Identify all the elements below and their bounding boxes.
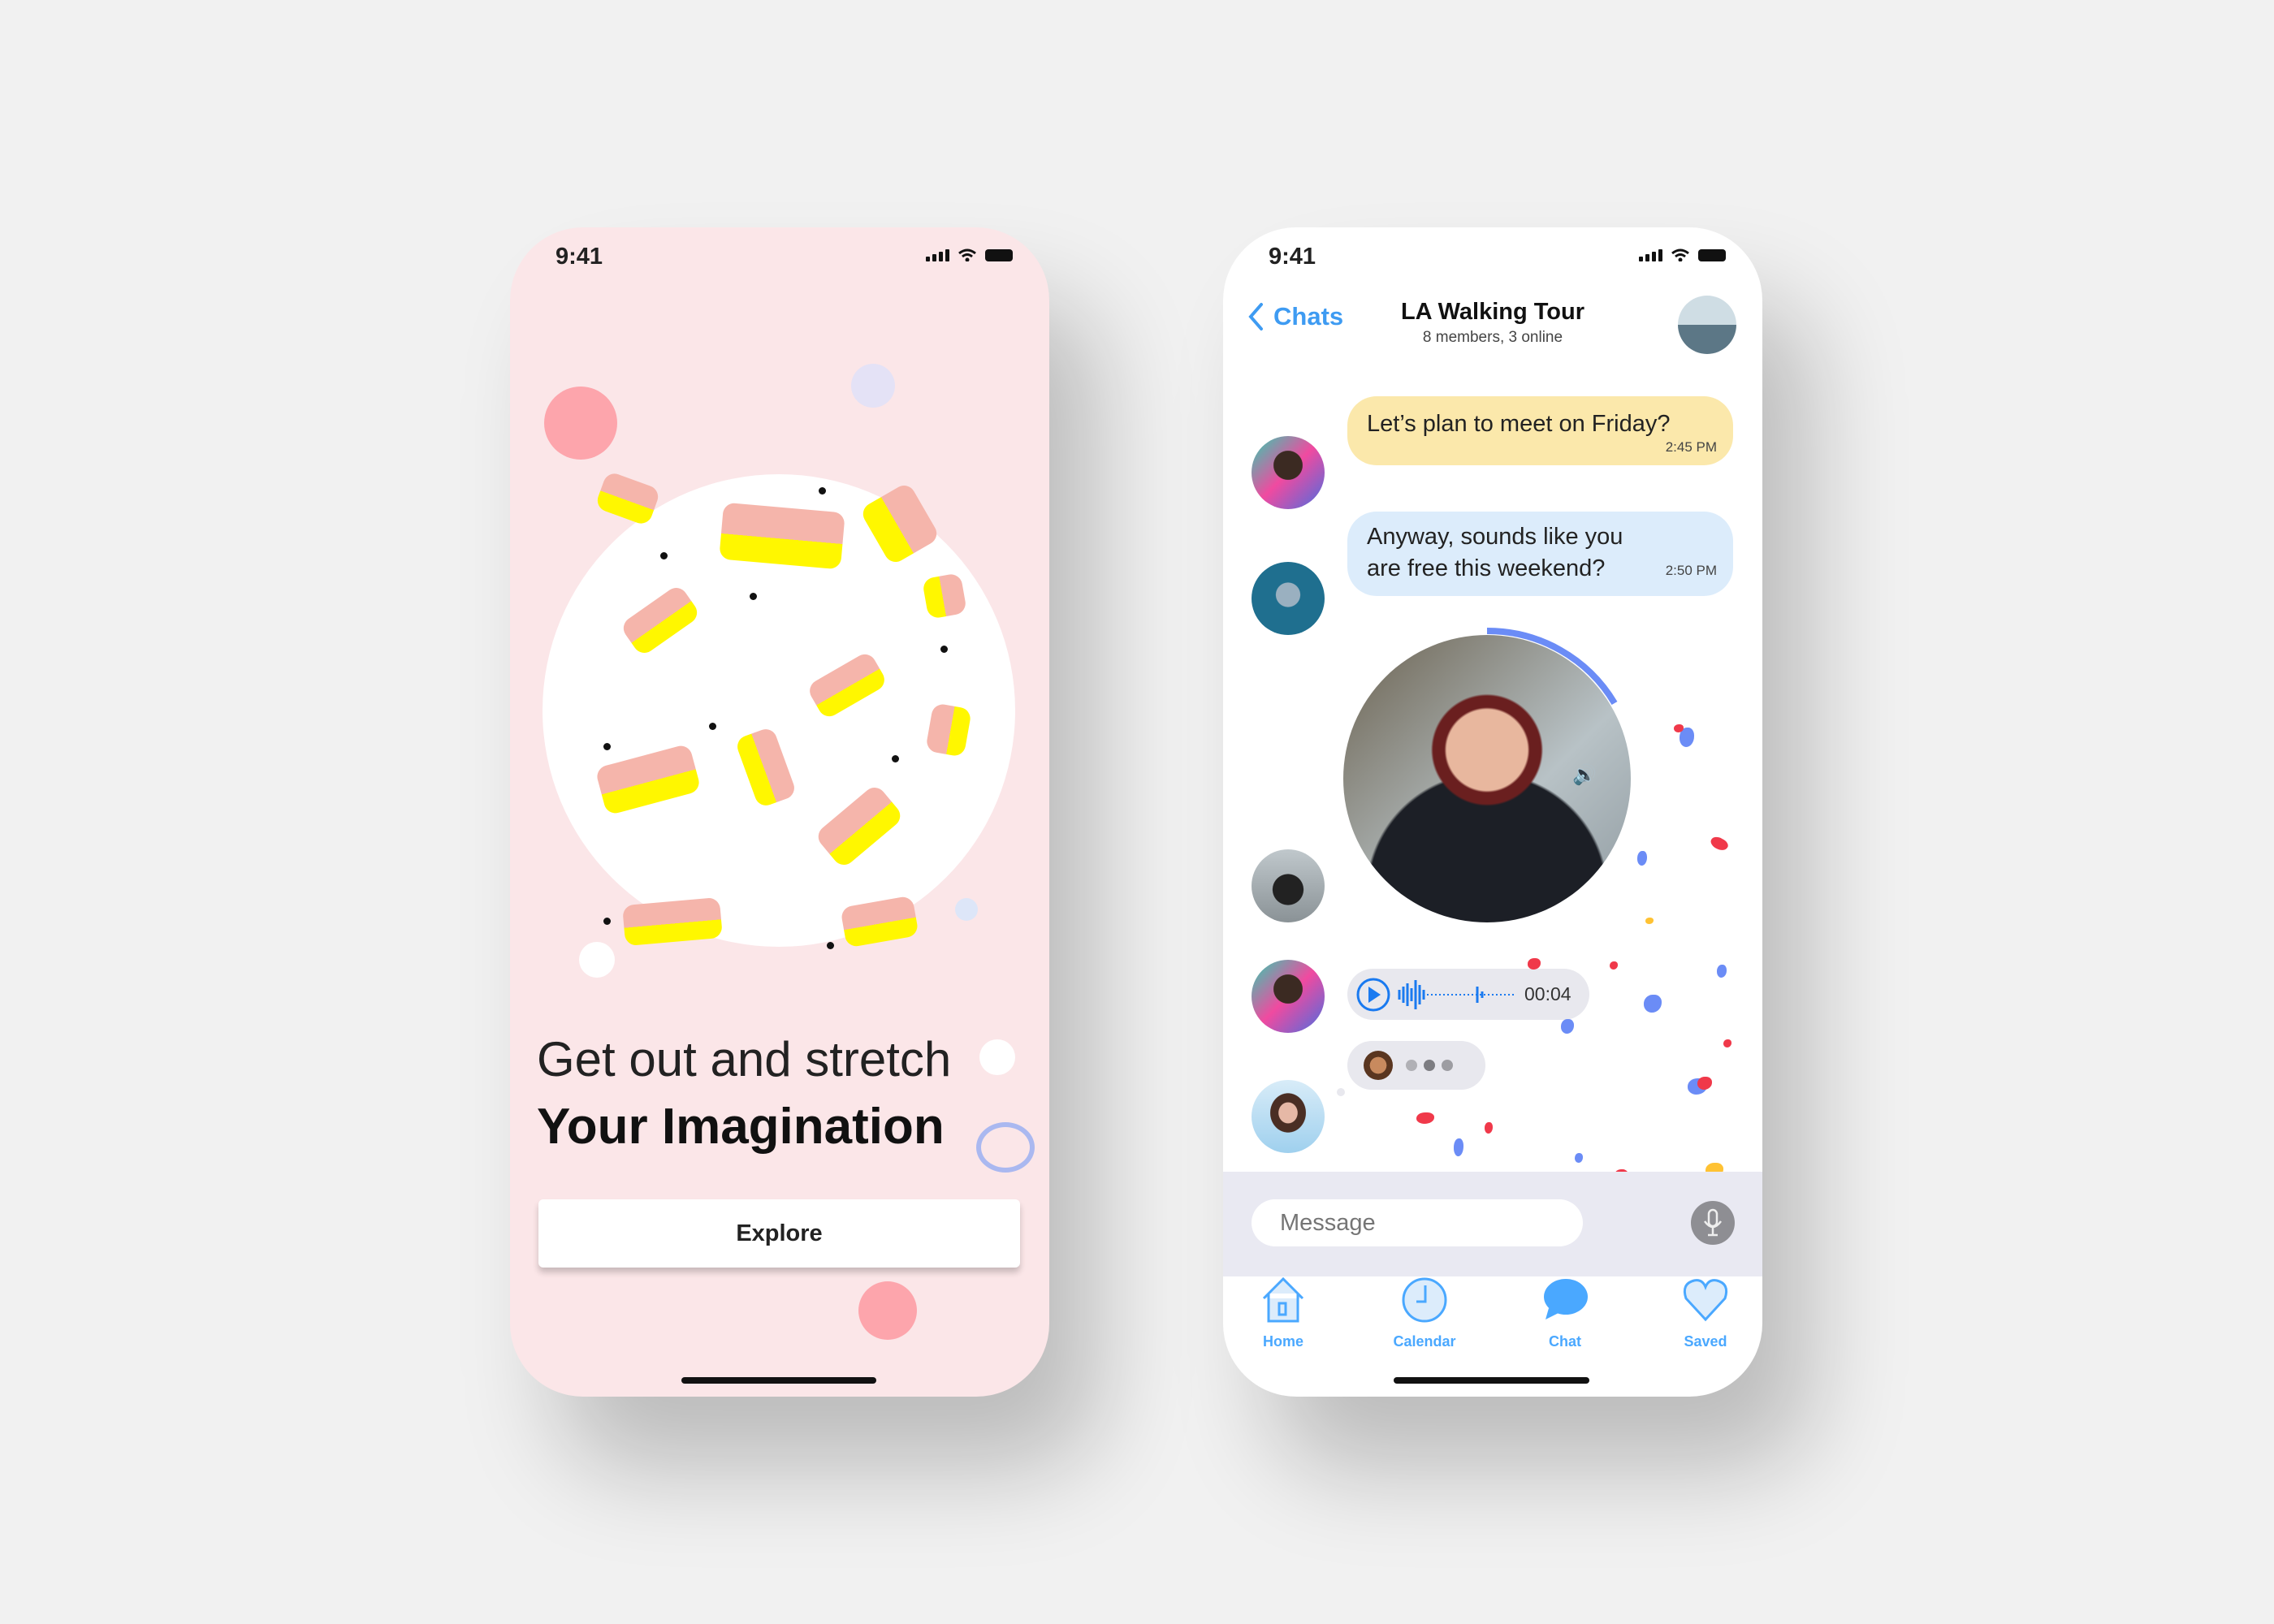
message-bubble: Anyway, sounds like you are free this we… bbox=[1347, 512, 1733, 596]
headline-bold: Your Imagination bbox=[537, 1099, 945, 1155]
explore-button[interactable]: Explore bbox=[538, 1199, 1020, 1268]
battery-icon bbox=[1698, 249, 1726, 261]
tab-chat[interactable]: Chat bbox=[1516, 1275, 1614, 1350]
decor-circle bbox=[851, 364, 895, 408]
decor-circle bbox=[858, 1281, 917, 1340]
voice-duration: 00:04 bbox=[1524, 983, 1571, 1004]
wifi-icon bbox=[958, 248, 976, 261]
message-text: Let’s plan to meet on Friday? bbox=[1367, 411, 1671, 437]
avatar[interactable] bbox=[1252, 1080, 1325, 1153]
signal-icon bbox=[1639, 249, 1662, 261]
tab-label: Chat bbox=[1549, 1333, 1581, 1350]
message-input[interactable] bbox=[1252, 1199, 1583, 1246]
back-button[interactable]: Chats bbox=[1247, 302, 1343, 331]
chat-screen: 9:41 Chats LA Walking Tour 8 members, 3 … bbox=[1223, 227, 1762, 1397]
avatar[interactable] bbox=[1252, 849, 1325, 922]
tab-home[interactable]: Home bbox=[1234, 1275, 1332, 1350]
onboarding-screen: 9:41 Get out and stretch Your Imaginatio… bbox=[510, 227, 1049, 1397]
headline-light: Get out and stretch bbox=[537, 1032, 952, 1086]
chat-subtitle: 8 members, 3 online bbox=[1422, 329, 1563, 346]
chat-title: LA Walking Tour bbox=[1400, 299, 1585, 325]
waveform bbox=[1398, 979, 1516, 1009]
chat-bubble-icon bbox=[1544, 1279, 1588, 1320]
message-bubble: Let’s plan to meet on Friday? 2:45 PM bbox=[1347, 396, 1733, 465]
tab-label: Saved bbox=[1684, 1333, 1727, 1350]
memoji-avatar bbox=[1364, 1051, 1393, 1080]
avatar[interactable] bbox=[1252, 562, 1325, 635]
chat-header: LA Walking Tour 8 members, 3 online bbox=[1371, 299, 1615, 347]
tab-calendar[interactable]: Calendar bbox=[1376, 1275, 1473, 1350]
tab-label: Calendar bbox=[1393, 1333, 1456, 1350]
wifi-icon bbox=[1671, 248, 1689, 261]
speaker-icon[interactable]: 🔊 bbox=[1572, 763, 1597, 787]
decor-circle bbox=[979, 1039, 1015, 1075]
group-avatar[interactable] bbox=[1678, 296, 1736, 354]
microphone-icon bbox=[1703, 1208, 1723, 1237]
message-text: Anyway, sounds like you are free this we… bbox=[1367, 524, 1623, 581]
tab-label: Home bbox=[1262, 1333, 1303, 1350]
message-time: 2:45 PM bbox=[1665, 439, 1717, 455]
voice-message[interactable]: 00:04 bbox=[1347, 969, 1589, 1020]
chevron-left-icon bbox=[1248, 303, 1263, 330]
avatar[interactable] bbox=[1252, 436, 1325, 509]
status-icons bbox=[926, 248, 1013, 261]
status-icons bbox=[1639, 248, 1726, 261]
heart-icon bbox=[1683, 1279, 1728, 1322]
status-time: 9:41 bbox=[1269, 244, 1316, 270]
decor-ring bbox=[976, 1122, 1035, 1173]
composer-bar bbox=[1223, 1172, 1762, 1276]
status-time: 9:41 bbox=[556, 244, 603, 270]
signal-icon bbox=[926, 249, 949, 261]
clock-icon bbox=[1402, 1277, 1447, 1323]
back-label: Chats bbox=[1273, 302, 1344, 330]
microphone-button[interactable] bbox=[1691, 1201, 1735, 1245]
video-progress-ring bbox=[1486, 627, 1618, 706]
decor-circle bbox=[544, 387, 617, 460]
tab-saved[interactable]: Saved bbox=[1657, 1275, 1754, 1350]
decor-circle bbox=[955, 898, 978, 921]
home-indicator bbox=[1394, 1377, 1589, 1384]
play-button[interactable] bbox=[1355, 977, 1391, 1013]
home-icon bbox=[1262, 1276, 1304, 1323]
decor-circle bbox=[579, 942, 615, 978]
typing-indicator bbox=[1347, 1041, 1485, 1090]
message-time: 2:50 PM bbox=[1665, 563, 1717, 578]
home-indicator bbox=[681, 1377, 876, 1384]
avatar[interactable] bbox=[1252, 960, 1325, 1033]
battery-icon bbox=[985, 249, 1013, 261]
